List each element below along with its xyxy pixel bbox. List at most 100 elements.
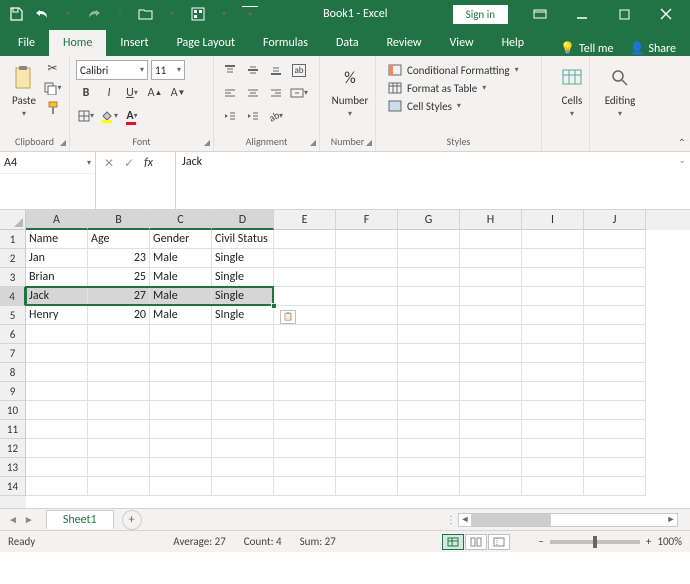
cancel-formula-icon[interactable]: ✕	[104, 156, 114, 171]
decrease-font-button[interactable]: A▼	[168, 83, 188, 103]
cell[interactable]: Gender	[150, 230, 212, 249]
row-header[interactable]: 11	[0, 420, 26, 439]
minimize-icon[interactable]	[562, 0, 602, 28]
save-icon[interactable]	[8, 6, 24, 22]
undo-icon[interactable]	[34, 6, 50, 22]
col-header[interactable]: I	[522, 210, 584, 230]
tell-me-button[interactable]: 💡Tell me	[560, 41, 613, 56]
orientation-button[interactable]: ab▾	[266, 106, 286, 126]
zoom-thumb[interactable]	[593, 536, 597, 548]
cell[interactable]: Age	[88, 230, 150, 249]
touch-mode-icon[interactable]	[190, 6, 206, 22]
row-header[interactable]: 10	[0, 401, 26, 420]
editing-button[interactable]: Editing ▾	[596, 60, 644, 132]
tab-data[interactable]: Data	[322, 30, 373, 56]
cut-button[interactable]: ✂	[42, 60, 63, 77]
cell[interactable]: Single	[212, 268, 274, 287]
number-format-button[interactable]: % Number ▾	[326, 60, 374, 132]
row-header[interactable]: 13	[0, 458, 26, 477]
worksheet-grid[interactable]: A B C D E F G H I J 1 2 3 4 5 6 7 8 9 10…	[0, 210, 690, 508]
row-header[interactable]: 9	[0, 382, 26, 401]
sign-in-button[interactable]: Sign in	[453, 5, 508, 24]
increase-font-button[interactable]: A▲	[145, 83, 165, 103]
scroll-thumb[interactable]	[471, 514, 551, 526]
col-header[interactable]: D	[212, 210, 274, 230]
zoom-level[interactable]: 100%	[657, 535, 682, 548]
close-icon[interactable]	[646, 0, 686, 28]
zoom-in-button[interactable]: +	[646, 535, 651, 548]
format-as-table-button[interactable]: Format as Table▾	[386, 80, 531, 96]
align-middle-button[interactable]	[243, 60, 263, 80]
cell[interactable]: Male	[150, 306, 212, 325]
redo-dropdown-icon[interactable]: ▾	[112, 6, 128, 22]
cells-area[interactable]: NameAgeGenderCivil Status Jan23MaleSingl…	[26, 230, 690, 508]
cell[interactable]: SIngle	[212, 306, 274, 325]
cell[interactable]: 23	[88, 249, 150, 268]
name-box[interactable]: A4▾	[0, 152, 96, 209]
tab-help[interactable]: Help	[488, 30, 539, 56]
paste-options-icon[interactable]: 📋	[280, 310, 296, 324]
cell[interactable]: 27	[88, 287, 150, 306]
row-header[interactable]: 3	[0, 268, 26, 287]
align-center-button[interactable]	[243, 83, 263, 103]
cell[interactable]: Single	[212, 249, 274, 268]
page-break-view-button[interactable]	[488, 534, 510, 550]
row-header[interactable]: 4	[0, 287, 26, 306]
cell[interactable]: Civil Status	[212, 230, 274, 249]
maximize-icon[interactable]	[604, 0, 644, 28]
font-size-combo[interactable]: 11▾	[151, 60, 185, 80]
align-right-button[interactable]	[266, 83, 286, 103]
cell[interactable]: Male	[150, 287, 212, 306]
cell[interactable]: Male	[150, 268, 212, 287]
col-header[interactable]: C	[150, 210, 212, 230]
sheet-tab[interactable]: Sheet1	[46, 510, 114, 529]
cell[interactable]: Henry	[26, 306, 88, 325]
font-name-combo[interactable]: Calibri▾	[76, 60, 148, 80]
cell[interactable]: 20	[88, 306, 150, 325]
col-header[interactable]: A	[26, 210, 88, 230]
col-header[interactable]: G	[398, 210, 460, 230]
italic-button[interactable]: I	[99, 83, 119, 103]
sheet-next-icon[interactable]: ►	[24, 513, 34, 526]
cells-button[interactable]: Cells ▾	[548, 60, 596, 132]
zoom-slider[interactable]	[550, 540, 640, 544]
cell[interactable]: Name	[26, 230, 88, 249]
row-header[interactable]: 6	[0, 325, 26, 344]
alignment-dialog-launcher-icon[interactable]: ◢	[310, 138, 316, 148]
share-button[interactable]: 👤Share	[629, 41, 676, 56]
row-header[interactable]: 5	[0, 306, 26, 325]
tab-review[interactable]: Review	[373, 30, 436, 56]
ribbon-display-icon[interactable]	[520, 0, 560, 28]
copy-button[interactable]: ▾	[42, 80, 63, 97]
underline-button[interactable]: U▾	[122, 83, 142, 103]
wrap-text-button[interactable]: ab	[289, 60, 309, 80]
row-header[interactable]: 1	[0, 230, 26, 249]
fill-handle[interactable]	[271, 303, 277, 309]
cell[interactable]: Brian	[26, 268, 88, 287]
tab-view[interactable]: View	[436, 30, 488, 56]
bold-button[interactable]: B	[76, 83, 96, 103]
align-bottom-button[interactable]	[266, 60, 286, 80]
cell-styles-button[interactable]: Cell Styles▾	[386, 98, 531, 114]
row-headers[interactable]: 1 2 3 4 5 6 7 8 9 10 11 12 13 14	[0, 230, 26, 508]
col-header[interactable]: B	[88, 210, 150, 230]
redo-icon[interactable]	[86, 6, 102, 22]
increase-indent-button[interactable]	[243, 106, 263, 126]
scroll-left-icon[interactable]: ◄	[459, 514, 471, 525]
row-header[interactable]: 14	[0, 477, 26, 496]
scroll-right-icon[interactable]: ►	[665, 514, 677, 525]
borders-button[interactable]: ▾	[76, 106, 96, 126]
cell[interactable]: 25	[88, 268, 150, 287]
cell[interactable]: Jack	[26, 287, 88, 306]
qat-customize-icon[interactable]: ▾	[242, 6, 258, 22]
tab-page-layout[interactable]: Page Layout	[163, 30, 249, 56]
zoom-out-button[interactable]: −	[538, 535, 543, 548]
sheet-prev-icon[interactable]: ◄	[8, 513, 18, 526]
tab-formulas[interactable]: Formulas	[249, 30, 322, 56]
col-header[interactable]: F	[336, 210, 398, 230]
cell[interactable]: Male	[150, 249, 212, 268]
cell[interactable]: Jan	[26, 249, 88, 268]
sheet-nav[interactable]: ◄►	[0, 513, 42, 526]
font-color-button[interactable]: A▾	[122, 106, 142, 126]
col-header[interactable]: E	[274, 210, 336, 230]
